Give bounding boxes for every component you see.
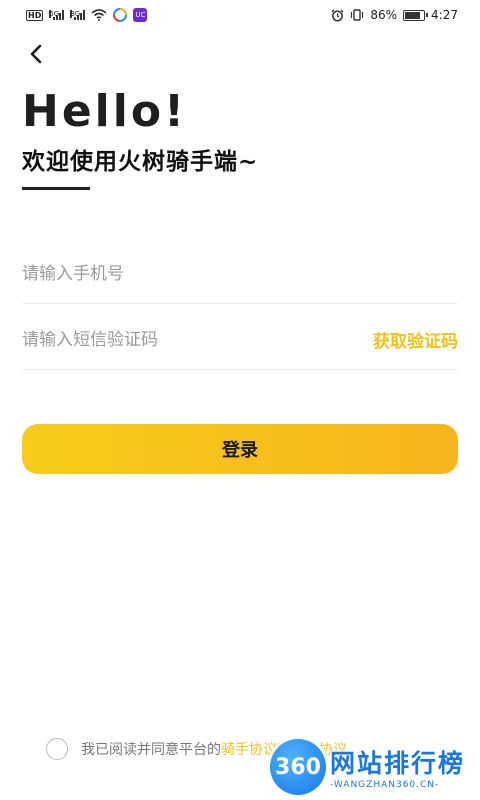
watermark-text: 网站排行榜 -WANGZHAN360.CN- [330, 744, 465, 790]
signal-3g-label: 3G [70, 10, 81, 18]
watermark-subtitle: -WANGZHAN360.CN- [330, 780, 440, 790]
signal-3g-icon: 3G [70, 10, 86, 20]
battery-icon [403, 9, 429, 21]
rider-agreement-link[interactable]: 骑手协议 [221, 742, 277, 758]
clock: 4:27 [431, 8, 458, 22]
status-right: 86% 4:27 [331, 8, 458, 22]
browser-icon [113, 8, 128, 22]
status-bar: HD 5G 3G UC 86% 4:27 [0, 0, 480, 30]
chevron-left-icon [30, 44, 42, 64]
hello-heading: Hello! [22, 86, 188, 137]
get-code-button[interactable]: 获取验证码 [373, 327, 458, 352]
agreement-checkbox[interactable] [46, 738, 68, 760]
battery-percent: 86% [370, 8, 398, 22]
signal-5g-label: 5G [49, 10, 60, 18]
heading-underline [22, 187, 90, 190]
watermark-logo: 360 网站排行榜 -WANGZHAN360.CN- [270, 734, 480, 800]
phone-field-row [22, 244, 458, 304]
login-button[interactable]: 登录 [22, 424, 458, 474]
watermark-title: 网站排行榜 [330, 749, 466, 778]
back-button[interactable] [22, 40, 50, 68]
welcome-subtitle: 欢迎使用火树骑手端~ [22, 149, 259, 175]
code-field-row: 获取验证码 [22, 310, 458, 370]
agreement-prefix: 我已阅读并同意平台的 [81, 742, 221, 758]
signal-5g-icon: 5G [49, 10, 65, 20]
vibrate-icon [351, 9, 364, 21]
hd-badge: HD [26, 9, 44, 21]
watermark-circle: 360 [270, 739, 326, 795]
wifi-icon [91, 9, 107, 21]
uc-app-icon: UC [133, 8, 148, 22]
battery-level [405, 11, 420, 19]
phone-input[interactable] [22, 263, 322, 284]
alarm-icon [331, 9, 344, 21]
status-left: HD 5G 3G UC [26, 8, 148, 22]
sms-code-input[interactable] [22, 329, 322, 350]
